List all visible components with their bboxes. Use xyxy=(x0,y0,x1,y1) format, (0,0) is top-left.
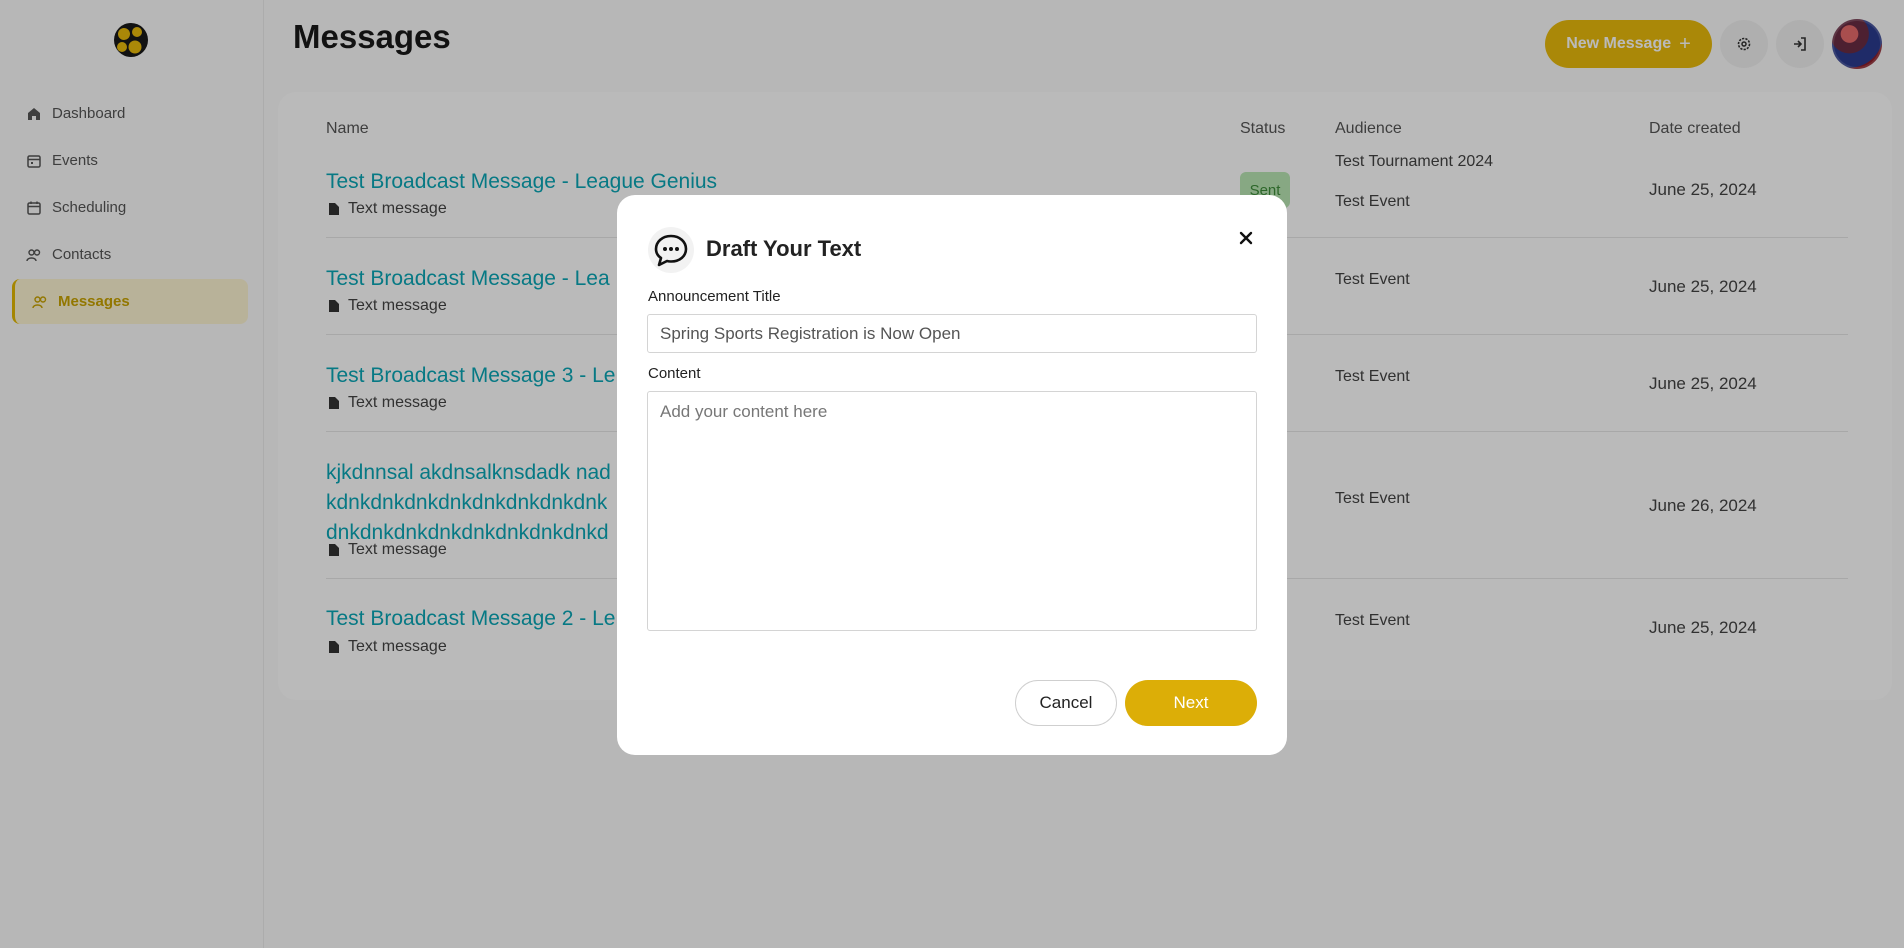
content-textarea[interactable] xyxy=(647,391,1257,631)
close-icon xyxy=(1239,231,1253,245)
chat-bubble-icon xyxy=(648,227,694,273)
modal-title: Draft Your Text xyxy=(706,236,862,261)
content-label: Content xyxy=(648,365,701,382)
announcement-title-label: Announcement Title xyxy=(648,288,781,305)
next-button[interactable]: Next xyxy=(1125,680,1257,726)
cancel-button[interactable]: Cancel xyxy=(1015,680,1117,726)
draft-text-modal: Draft Your Text Announcement Title Conte… xyxy=(617,195,1287,755)
announcement-title-input[interactable] xyxy=(647,314,1257,353)
close-button[interactable] xyxy=(1235,227,1257,249)
